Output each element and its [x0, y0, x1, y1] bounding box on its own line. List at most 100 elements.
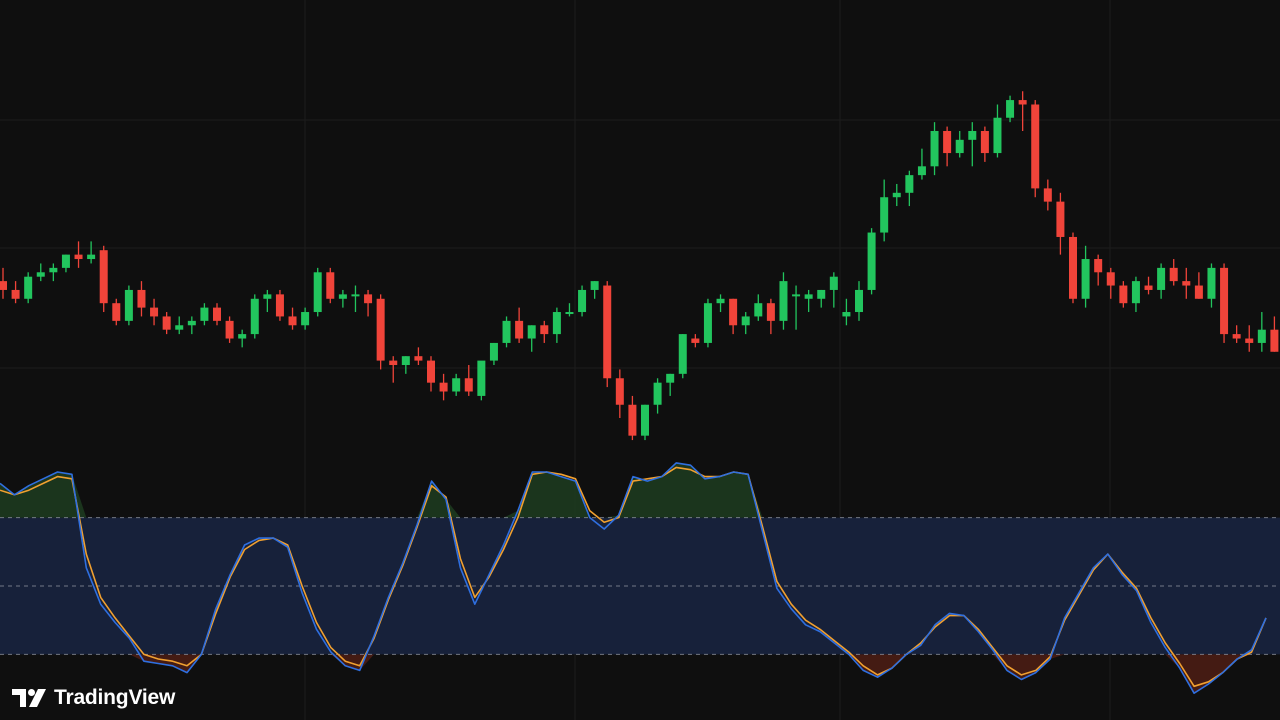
- candle: [439, 373, 448, 401]
- candle: [641, 404, 649, 441]
- candle-body: [527, 325, 536, 339]
- candle: [1207, 263, 1216, 308]
- candle-body: [401, 356, 410, 366]
- candle-body: [238, 334, 247, 339]
- candle-body: [691, 338, 700, 343]
- candle-body: [628, 404, 637, 436]
- candle-body: [225, 320, 234, 339]
- candle: [1182, 267, 1191, 299]
- candle: [1031, 100, 1040, 198]
- candle-body: [716, 298, 725, 304]
- candle: [590, 281, 599, 299]
- candle: [338, 289, 347, 308]
- candle: [99, 245, 108, 313]
- candle: [1018, 91, 1027, 131]
- candle-body: [124, 289, 133, 321]
- candle: [74, 241, 83, 268]
- candle: [250, 294, 259, 339]
- candle: [766, 298, 775, 335]
- candle-body: [376, 298, 385, 361]
- brand-logo: TradingView: [12, 684, 175, 712]
- candle: [804, 289, 813, 313]
- candle: [892, 183, 901, 207]
- candle: [489, 342, 498, 366]
- candle: [1157, 263, 1166, 299]
- price-pane: [0, 91, 1279, 441]
- candle: [213, 303, 221, 326]
- candle-body: [540, 325, 549, 335]
- candle-body: [703, 303, 712, 343]
- candle: [1043, 179, 1052, 211]
- candle: [1245, 325, 1254, 352]
- candle-body: [641, 404, 649, 436]
- candle-body: [162, 316, 171, 330]
- candle: [955, 130, 964, 158]
- candle-body: [263, 294, 272, 299]
- candle: [552, 307, 561, 343]
- candle-body: [288, 316, 297, 326]
- candle: [200, 303, 209, 326]
- candle-body: [1257, 329, 1266, 343]
- candle: [741, 312, 750, 335]
- candle: [288, 307, 297, 330]
- candle-body: [200, 307, 209, 321]
- candle-body: [477, 360, 486, 396]
- stochastic-pane: [0, 462, 1280, 695]
- candle: [225, 316, 234, 343]
- candle: [628, 395, 637, 441]
- candle: [351, 285, 360, 313]
- candle: [1220, 263, 1229, 343]
- candle: [930, 122, 939, 176]
- candle: [263, 289, 272, 313]
- candle: [980, 126, 989, 162]
- candle: [666, 373, 675, 396]
- candle-body: [11, 289, 20, 299]
- candle-body: [87, 254, 96, 260]
- candle: [993, 104, 1002, 158]
- candle: [578, 285, 587, 317]
- candle: [968, 122, 977, 167]
- candle: [867, 228, 876, 295]
- candle: [842, 298, 851, 326]
- candle-body: [502, 320, 511, 343]
- candle: [326, 267, 335, 304]
- candle-body: [112, 303, 121, 321]
- brand-name: TradingView: [54, 686, 176, 709]
- candle: [275, 289, 284, 321]
- candle-body: [729, 298, 738, 326]
- candle: [792, 285, 801, 330]
- candle: [678, 334, 687, 379]
- candle-body: [855, 289, 863, 313]
- candle: [477, 360, 486, 401]
- candle-body: [1182, 281, 1191, 286]
- candle: [1081, 245, 1090, 308]
- candle-body: [993, 117, 1002, 154]
- candle-body: [452, 378, 461, 392]
- candle: [112, 298, 121, 326]
- candle: [817, 289, 826, 308]
- candle: [540, 320, 549, 343]
- candle-body: [804, 294, 813, 299]
- candle: [703, 298, 712, 348]
- candle-body: [0, 281, 7, 290]
- candle-body: [678, 334, 687, 374]
- candle: [150, 298, 159, 326]
- chart-canvas: [0, 0, 1280, 720]
- candle-body: [917, 166, 926, 176]
- candle: [1232, 325, 1241, 343]
- candle-body: [552, 312, 561, 335]
- candle-body: [766, 303, 775, 321]
- candle-body: [301, 312, 310, 326]
- candle: [137, 281, 146, 317]
- candle-body: [1056, 201, 1065, 237]
- candle-body: [867, 232, 876, 290]
- candle: [401, 356, 410, 374]
- candle: [301, 307, 310, 330]
- candle-body: [653, 382, 662, 405]
- candle: [238, 329, 247, 348]
- candle-body: [99, 250, 108, 304]
- candle-body: [137, 289, 146, 308]
- candle: [880, 179, 889, 242]
- candle: [905, 170, 914, 207]
- candle-body: [250, 298, 259, 335]
